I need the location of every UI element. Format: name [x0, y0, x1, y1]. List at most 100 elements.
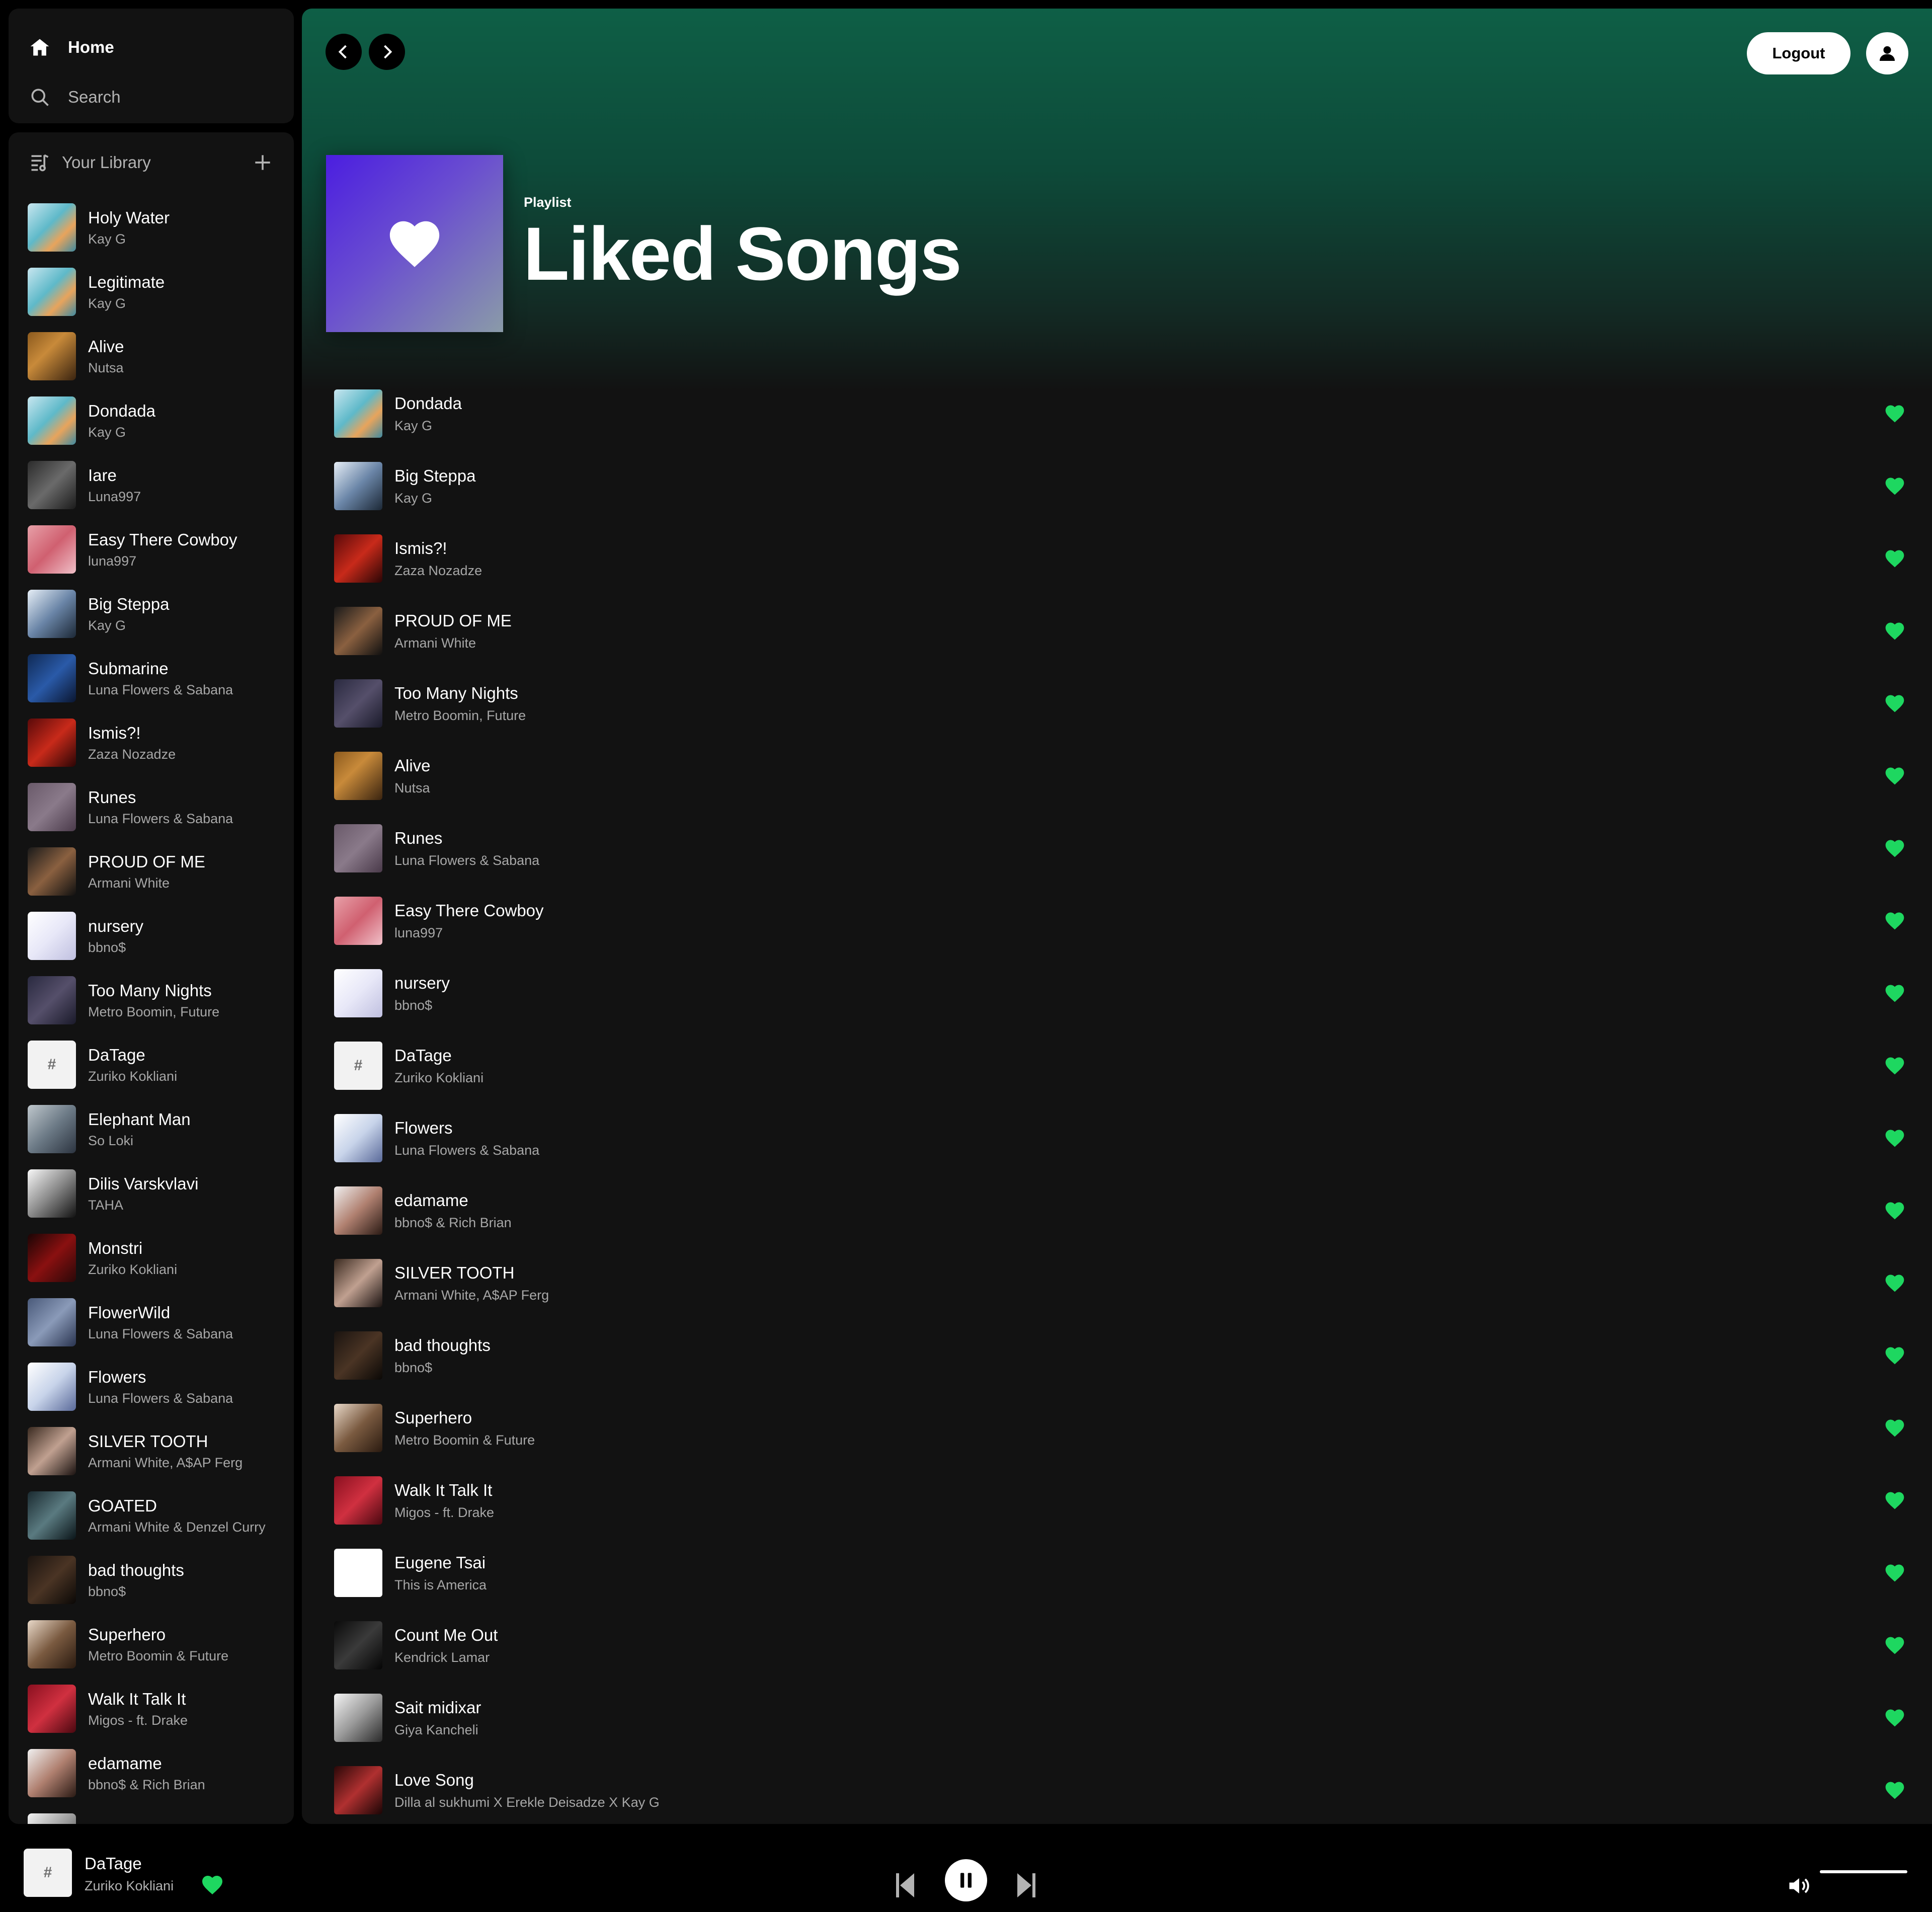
- library-item-title: Runes: [88, 787, 136, 807]
- library-item[interactable]: Flowers Luna Flowers & Sabana: [28, 1355, 284, 1419]
- library-item-info: Too Many Nights Metro Boomin, Future: [88, 981, 219, 1020]
- library-item[interactable]: Big Steppa Kay G: [28, 582, 284, 646]
- track-info: Walk It Talk It Migos - ft. Drake: [394, 1481, 494, 1521]
- heart-icon[interactable]: [1884, 1489, 1906, 1511]
- nav-search[interactable]: Search: [29, 86, 121, 108]
- nav-home[interactable]: Home: [29, 36, 114, 58]
- heart-icon[interactable]: [1884, 765, 1906, 787]
- heart-icon[interactable]: [200, 1873, 224, 1897]
- heart-icon[interactable]: [1884, 1634, 1906, 1656]
- track-row[interactable]: PROUD OF ME Armani White: [334, 595, 1917, 667]
- library-item[interactable]: bad thoughts bbno$: [28, 1548, 284, 1612]
- track-row[interactable]: Runes Luna Flowers & Sabana: [334, 812, 1917, 885]
- library-icon[interactable]: [29, 151, 51, 174]
- track-list: Dondada Kay G Big Steppa Kay G Ismis?! Zaza N…: [334, 377, 1917, 1824]
- heart-icon[interactable]: [1884, 475, 1906, 497]
- back-button[interactable]: [326, 34, 362, 70]
- logout-button[interactable]: Logout: [1747, 32, 1850, 74]
- track-row[interactable]: nursery bbno$: [334, 957, 1917, 1029]
- track-row[interactable]: Too Many Nights Metro Boomin, Future: [334, 667, 1917, 740]
- library-item[interactable]: Dondada Kay G: [28, 388, 284, 453]
- track-title: Too Many Nights: [394, 683, 518, 702]
- track-row[interactable]: Dondada Kay G: [334, 377, 1917, 450]
- track-row[interactable]: Easy There Cowboy luna997: [334, 885, 1917, 957]
- forward-button[interactable]: [369, 34, 405, 70]
- heart-icon: [389, 221, 440, 267]
- track-row[interactable]: Love Song Dilla al sukhumi X Erekle Deisa…: [334, 1754, 1917, 1824]
- heart-icon[interactable]: [1884, 1417, 1906, 1439]
- track-row[interactable]: Sait midixar Giya Kancheli: [334, 1682, 1917, 1754]
- track-info: Alive Nutsa: [394, 756, 431, 796]
- plus-icon[interactable]: [252, 151, 274, 174]
- library-item[interactable]: # DaTage Zuriko Kokliani: [28, 1032, 284, 1097]
- library-item[interactable]: Iare Luna997: [28, 453, 284, 517]
- heart-icon[interactable]: [1884, 403, 1906, 425]
- track-row[interactable]: bad thoughts bbno$: [334, 1319, 1917, 1392]
- volume-icon[interactable]: [1786, 1873, 1812, 1899]
- track-row[interactable]: Big Steppa Kay G: [334, 450, 1917, 522]
- now-playing-title[interactable]: DaTage: [85, 1854, 142, 1873]
- volume-slider[interactable]: [1820, 1870, 1907, 1873]
- track-info: Dondada Kay G: [394, 394, 462, 434]
- library-item[interactable]: Sait midixar: [28, 1805, 284, 1824]
- library-item[interactable]: Legitimate Kay G: [28, 260, 284, 324]
- library-item[interactable]: Elephant Man So Loki: [28, 1097, 284, 1161]
- library-item[interactable]: Runes Luna Flowers & Sabana: [28, 775, 284, 839]
- now-playing-artist[interactable]: Zuriko Kokliani: [85, 1878, 174, 1894]
- heart-icon[interactable]: [1884, 1562, 1906, 1584]
- prev-icon[interactable]: [895, 1870, 915, 1900]
- library-title[interactable]: Your Library: [62, 153, 252, 172]
- library-item-title: Too Many Nights: [88, 981, 212, 1000]
- heart-icon[interactable]: [1884, 1055, 1906, 1077]
- track-row[interactable]: Eugene Tsai This is America: [334, 1537, 1917, 1609]
- next-icon[interactable]: [1016, 1870, 1036, 1900]
- track-row[interactable]: edamame bbno$ & Rich Brian: [334, 1174, 1917, 1247]
- track-artist: Metro Boomin, Future: [394, 707, 526, 723]
- now-playing-cover[interactable]: #: [24, 1849, 72, 1897]
- library-item[interactable]: Submarine Luna Flowers & Sabana: [28, 646, 284, 710]
- play-pause-button[interactable]: [945, 1859, 987, 1901]
- library-item[interactable]: PROUD OF ME Armani White: [28, 839, 284, 904]
- library-item-cover: [28, 1556, 76, 1604]
- library-item[interactable]: Monstri Zuriko Kokliani: [28, 1226, 284, 1290]
- library-item[interactable]: Holy Water Kay G: [28, 195, 284, 260]
- heart-icon[interactable]: [1884, 837, 1906, 859]
- heart-icon[interactable]: [1884, 1200, 1906, 1222]
- library-item[interactable]: Ismis?! Zaza Nozadze: [28, 710, 284, 775]
- track-cover: [334, 1621, 382, 1669]
- track-row[interactable]: # DaTage Zuriko Kokliani: [334, 1029, 1917, 1102]
- heart-icon[interactable]: [1884, 982, 1906, 1004]
- track-row[interactable]: Ismis?! Zaza Nozadze: [334, 522, 1917, 595]
- heart-icon[interactable]: [1884, 910, 1906, 932]
- heart-icon[interactable]: [1884, 1779, 1906, 1801]
- user-button[interactable]: [1866, 32, 1908, 74]
- library-item-cover: [28, 1620, 76, 1668]
- track-row[interactable]: SILVER TOOTH Armani White, A$AP Ferg: [334, 1247, 1917, 1319]
- heart-icon[interactable]: [1884, 1344, 1906, 1367]
- library-item[interactable]: SILVER TOOTH Armani White, A$AP Ferg: [28, 1419, 284, 1483]
- library-item[interactable]: GOATED Armani White & Denzel Curry: [28, 1483, 284, 1548]
- heart-icon[interactable]: [1884, 1707, 1906, 1729]
- library-item-info: Holy Water Kay G: [88, 208, 170, 247]
- library-item[interactable]: Easy There Cowboy luna997: [28, 517, 284, 582]
- heart-icon[interactable]: [1884, 1272, 1906, 1294]
- heart-icon[interactable]: [1884, 692, 1906, 714]
- library-item[interactable]: Superhero Metro Boomin & Future: [28, 1612, 284, 1677]
- library-item[interactable]: Too Many Nights Metro Boomin, Future: [28, 968, 284, 1032]
- library-item[interactable]: Dilis Varskvlavi TAHA: [28, 1161, 284, 1226]
- track-cover: [334, 389, 382, 438]
- library-item[interactable]: FlowerWild Luna Flowers & Sabana: [28, 1290, 284, 1355]
- track-row[interactable]: Flowers Luna Flowers & Sabana: [334, 1102, 1917, 1174]
- track-row[interactable]: Walk It Talk It Migos - ft. Drake: [334, 1464, 1917, 1537]
- library-item[interactable]: Walk It Talk It Migos - ft. Drake: [28, 1677, 284, 1741]
- heart-icon[interactable]: [1884, 620, 1906, 642]
- library-item[interactable]: edamame bbno$ & Rich Brian: [28, 1741, 284, 1805]
- track-row[interactable]: Alive Nutsa: [334, 740, 1917, 812]
- library-item[interactable]: nursery bbno$: [28, 904, 284, 968]
- track-artist: luna997: [394, 925, 443, 940]
- heart-icon[interactable]: [1884, 547, 1906, 570]
- track-row[interactable]: Count Me Out Kendrick Lamar: [334, 1609, 1917, 1682]
- track-row[interactable]: Superhero Metro Boomin & Future: [334, 1392, 1917, 1464]
- library-item[interactable]: Alive Nutsa: [28, 324, 284, 388]
- heart-icon[interactable]: [1884, 1127, 1906, 1149]
